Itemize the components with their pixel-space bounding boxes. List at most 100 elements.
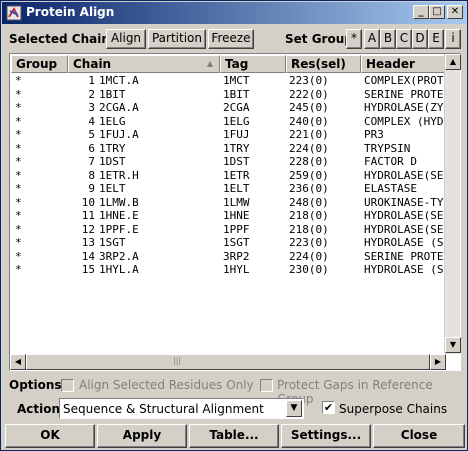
table-row[interactable]: * 5 1FUJ.A 1FUJ 221(0) PR3 <box>11 128 447 142</box>
cell-chain: 1SGT <box>99 236 126 249</box>
cell-group: * <box>15 209 22 222</box>
cell-num: 12 <box>81 222 95 236</box>
scroll-left-icon[interactable]: ◀ <box>10 354 26 370</box>
column-header-header[interactable]: Header <box>361 55 447 73</box>
cell-chain: 1ETR.H <box>99 168 139 182</box>
cell-header: FACTOR D <box>364 155 417 168</box>
chain-table: Group Chain ▲ Tag Res(sel) Header * 1 1MCT… <box>9 53 461 371</box>
group-a-button[interactable]: A <box>364 29 380 49</box>
cell-chain: 1MCT.A <box>99 74 139 87</box>
table-row[interactable]: * 13 1SGT 1SGT 223(0) HYDROLASE (S <box>11 236 447 250</box>
cell-tag: 1LMW <box>223 195 250 209</box>
vertical-scrollbar[interactable]: ▲ ▼ <box>444 54 461 354</box>
ok-button[interactable]: OK <box>5 424 95 448</box>
cell-tag: 1ETR <box>223 168 250 182</box>
table-row[interactable]: * 14 3RP2.A 3RP2 224(0) SERINE PROTE <box>11 250 447 264</box>
cell-res: 228(0) <box>289 155 329 168</box>
maximize-button[interactable]: □ <box>429 5 445 19</box>
cell-num: 1 <box>88 74 95 87</box>
column-header-res[interactable]: Res(sel) <box>286 55 361 73</box>
minimize-button[interactable]: _ <box>413 5 429 19</box>
superpose-checkbox[interactable]: ✔ <box>322 401 335 414</box>
action-select[interactable]: Sequence & Structural Alignment ▼ <box>59 398 304 419</box>
table-row[interactable]: * 11 1HNE.E 1HNE 218(0) HYDROLASE(SE <box>11 209 447 223</box>
cell-header: HYDROLASE (S <box>364 236 444 249</box>
action-label: Action: <box>17 402 65 416</box>
protein-align-window: Protein Align _ □ ✕ Selected Chains: Ali… <box>0 0 468 451</box>
cell-res: 218(0) <box>289 209 329 222</box>
cell-res: 240(0) <box>289 114 329 128</box>
align-selected-checkbox[interactable] <box>61 379 74 392</box>
group-i-button[interactable]: i <box>445 29 461 49</box>
cell-header: HYDROLASE(SE <box>364 222 444 236</box>
cell-header: COMPLEX(PROT <box>364 74 444 87</box>
cell-num: 4 <box>88 114 95 128</box>
scroll-down-icon[interactable]: ▼ <box>445 337 461 353</box>
table-row[interactable]: * 3 2CGA.A 2CGA 245(0) HYDROLASE(ZY <box>11 101 447 115</box>
cell-tag: 1ELG <box>223 114 250 128</box>
chevron-down-icon[interactable]: ▼ <box>286 400 302 417</box>
table-row[interactable]: * 7 1DST 1DST 228(0) FACTOR D <box>11 155 447 169</box>
table-button[interactable]: Table... <box>189 424 279 448</box>
cell-group: * <box>15 101 22 114</box>
window-title: Protein Align <box>26 5 115 19</box>
cell-tag: 1HYL <box>223 263 250 276</box>
cell-header: HYDROLASE(SE <box>364 168 444 182</box>
align-selected-label: Align Selected Residues Only <box>79 378 254 392</box>
column-header-group[interactable]: Group <box>11 55 68 73</box>
group-star-button[interactable]: * <box>346 29 362 49</box>
table-row[interactable]: * 9 1ELT 1ELT 236(0) ELASTASE <box>11 182 447 196</box>
cell-group: * <box>15 182 22 195</box>
cell-chain: 1PPF.E <box>99 222 139 236</box>
cell-tag: 1MCT <box>223 74 250 87</box>
cell-chain: 1LMW.B <box>99 195 139 209</box>
table-row[interactable]: * 2 1BIT 1BIT 222(0) SERINE PROTE <box>11 88 447 102</box>
cell-group: * <box>15 168 22 182</box>
table-header: Group Chain ▲ Tag Res(sel) Header <box>11 55 447 73</box>
cell-chain: 1ELG <box>99 114 126 128</box>
cell-res: 259(0) <box>289 168 329 182</box>
table-row[interactable]: * 10 1LMW.B 1LMW 248(0) UROKINASE-TY <box>11 196 447 210</box>
cell-res: 224(0) <box>289 141 329 155</box>
column-header-tag[interactable]: Tag <box>220 55 286 73</box>
cell-tag: 1FUJ <box>223 128 250 141</box>
cell-res: 221(0) <box>289 128 329 141</box>
cell-chain: 1BIT <box>99 87 126 101</box>
cell-chain: 1HYL.A <box>99 263 139 276</box>
group-d-button[interactable]: D <box>412 29 428 49</box>
cell-chain: 2CGA.A <box>99 101 139 114</box>
cell-num: 6 <box>88 141 95 155</box>
cell-group: * <box>15 128 22 141</box>
horizontal-scrollbar[interactable]: ◀ ||| ▶ <box>10 354 446 370</box>
group-c-button[interactable]: C <box>396 29 412 49</box>
column-header-chain-label: Chain <box>73 57 112 71</box>
cell-tag: 2CGA <box>223 101 250 114</box>
close-button[interactable]: Close <box>373 424 465 448</box>
table-row[interactable]: * 15 1HYL.A 1HYL 230(0) HYDROLASE (S <box>11 263 447 277</box>
group-e-button[interactable]: E <box>428 29 444 49</box>
align-button[interactable]: Align <box>106 29 146 49</box>
options-row: Options: Align Selected Residues Only Pr… <box>9 378 461 406</box>
column-header-chain[interactable]: Chain ▲ <box>68 55 220 73</box>
title-bar[interactable]: Protein Align _ □ ✕ <box>2 2 466 24</box>
scroll-up-icon[interactable]: ▲ <box>445 54 461 70</box>
table-row[interactable]: * 12 1PPF.E 1PPF 218(0) HYDROLASE(SE <box>11 223 447 237</box>
cell-header: UROKINASE-TY <box>364 195 444 209</box>
settings-button[interactable]: Settings... <box>281 424 371 448</box>
scroll-right-icon[interactable]: ▶ <box>430 354 446 370</box>
group-b-button[interactable]: B <box>380 29 396 49</box>
protect-gaps-checkbox[interactable] <box>260 379 273 392</box>
table-row[interactable]: * 8 1ETR.H 1ETR 259(0) HYDROLASE(SE <box>11 169 447 183</box>
table-row[interactable]: * 4 1ELG 1ELG 240(0) COMPLEX (HYD <box>11 115 447 129</box>
cell-num: 8 <box>88 168 95 182</box>
cell-group: * <box>15 141 22 155</box>
cell-group: * <box>15 236 22 249</box>
table-row[interactable]: * 6 1TRY 1TRY 224(0) TRYPSIN <box>11 142 447 156</box>
apply-button[interactable]: Apply <box>97 424 187 448</box>
table-row[interactable]: * 1 1MCT.A 1MCT 223(0) COMPLEX(PROT <box>11 74 447 88</box>
horizontal-scroll-thumb[interactable]: ||| <box>26 354 430 370</box>
partition-button[interactable]: Partition <box>148 29 206 49</box>
cell-header: PR3 <box>364 128 384 141</box>
freeze-button[interactable]: Freeze <box>208 29 254 49</box>
close-window-button[interactable]: ✕ <box>447 5 463 19</box>
